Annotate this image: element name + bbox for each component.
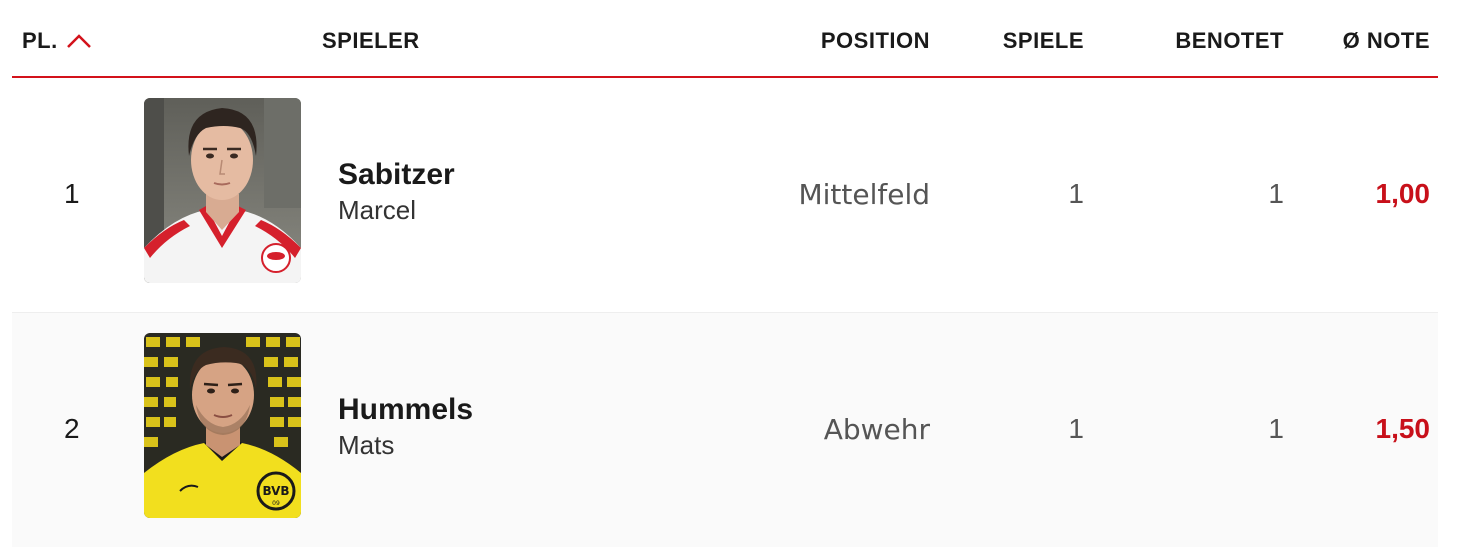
position-value: Abwehr [823,413,930,446]
avg-grade-value: 1,50 [1375,413,1431,444]
table-row[interactable]: 2 BVB 09 Hummels Mats Abwehr 1 1 1,50 [12,312,1438,547]
games-column-header[interactable]: SPIELE [1003,28,1084,54]
player-last-name[interactable]: Sabitzer [338,156,455,194]
avg-grade-value: 1,00 [1375,178,1431,209]
position-column-header[interactable]: POSITION [821,28,930,54]
rank-header-label: PL. [22,28,58,53]
player-first-name: Mats [338,430,395,460]
rank-value: 1 [64,178,80,209]
rank-value: 2 [64,413,80,444]
player-name[interactable]: Hummels Mats [338,391,473,461]
rated-column-header[interactable]: BENOTET [1175,28,1284,54]
table-row[interactable]: 1 Sabitzer Marcel Mittelfeld 1 1 1,00 [12,78,1438,312]
position-value: Mittelfeld [798,178,930,211]
svg-text:BVB: BVB [262,484,289,498]
player-column-header[interactable]: SPIELER [322,28,420,54]
player-first-name: Marcel [338,195,417,225]
rated-value: 1 [1268,178,1284,209]
player-ranking-table: PL. SPIELER POSITION SPIELE BENOTET Ø NO… [12,0,1438,547]
svg-text:09: 09 [272,500,280,507]
player-last-name[interactable]: Hummels [338,391,473,429]
player-photo[interactable] [144,98,301,283]
table-header: PL. SPIELER POSITION SPIELE BENOTET Ø NO… [12,0,1438,78]
rank-column-header[interactable]: PL. [22,28,92,54]
player-name[interactable]: Sabitzer Marcel [338,156,455,226]
games-value: 1 [1068,178,1084,209]
games-value: 1 [1068,413,1084,444]
player-photo[interactable]: BVB 09 [144,333,301,518]
avg-grade-column-header[interactable]: Ø NOTE [1343,28,1430,54]
rated-value: 1 [1268,413,1284,444]
chevron-up-icon[interactable] [66,33,92,49]
